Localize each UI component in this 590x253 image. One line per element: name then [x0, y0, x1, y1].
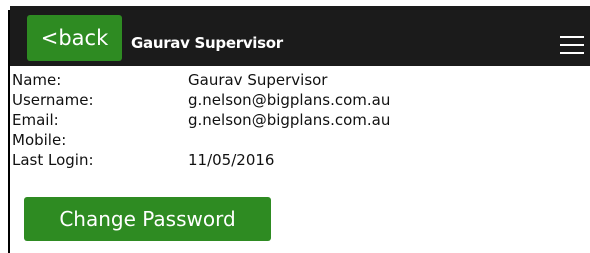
- last-login-label: Last Login:: [12, 151, 94, 169]
- profile-screen: <back Gaurav Supervisor Name: Gaurav Sup…: [0, 0, 590, 253]
- app-header: <back Gaurav Supervisor: [10, 6, 590, 66]
- back-button[interactable]: <back: [27, 15, 122, 61]
- name-value: Gaurav Supervisor: [188, 71, 328, 89]
- email-value: g.nelson@bigplans.com.au: [188, 111, 391, 129]
- change-password-button[interactable]: Change Password: [24, 197, 271, 241]
- mobile-label: Mobile:: [12, 131, 67, 149]
- hamburger-menu-icon[interactable]: [560, 36, 584, 54]
- email-label: Email:: [12, 111, 59, 129]
- username-value: g.nelson@bigplans.com.au: [188, 91, 391, 109]
- last-login-value: 11/05/2016: [188, 151, 275, 169]
- name-label: Name:: [12, 71, 62, 89]
- header-title: Gaurav Supervisor: [131, 34, 283, 52]
- username-label: Username:: [12, 91, 94, 109]
